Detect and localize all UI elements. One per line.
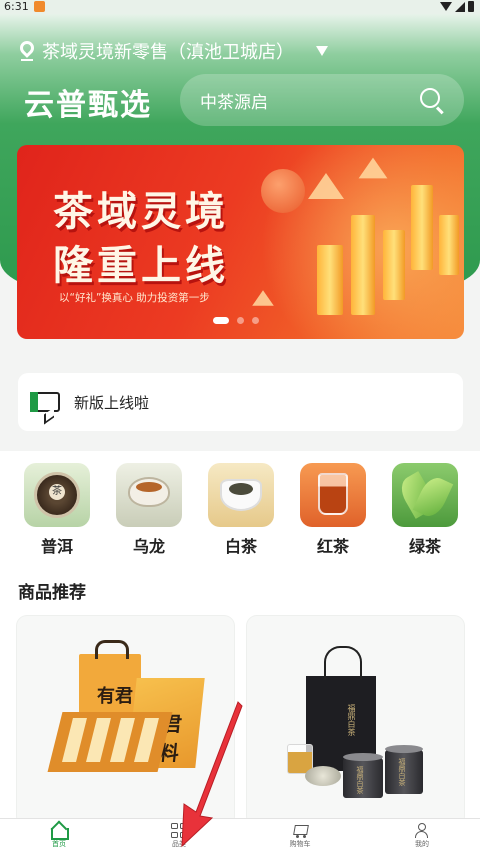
banner-subtitle: 以“好礼”换真心 助力投资第一步 <box>59 292 210 304</box>
coin-decoration <box>261 169 305 213</box>
grid-icon <box>171 823 187 838</box>
location-pin-icon <box>17 38 37 61</box>
status-time: 6:31 <box>4 0 29 13</box>
tab-label: 首页 <box>52 840 66 848</box>
message-icon <box>30 392 60 412</box>
section-title-recommend: 商品推荐 <box>18 583 86 603</box>
category-label: 绿茶 <box>408 537 441 556</box>
carousel-indicator <box>213 317 259 324</box>
carousel-dot-active <box>213 317 229 324</box>
tab-label: 我的 <box>415 840 429 848</box>
category-label: 红茶 <box>316 537 349 556</box>
category-green-tea[interactable]: 绿茶 <box>392 463 458 557</box>
promo-banner[interactable]: 茶域灵境 隆重上线 以“好礼”换真心 助力投资第一步 <box>17 145 464 339</box>
notification-icon <box>34 1 45 12</box>
search-icon[interactable] <box>420 88 440 108</box>
product-image-gift-tray <box>47 712 173 772</box>
category-label: 白茶 <box>224 537 257 556</box>
wifi-icon <box>440 2 452 11</box>
pu-erh-cake-icon: 茶 <box>24 463 90 527</box>
status-bar: 6:31 <box>0 0 480 14</box>
category-black-tea[interactable]: 红茶 <box>300 463 366 557</box>
cart-icon <box>291 823 309 838</box>
tab-category[interactable]: 品类 <box>149 823 209 849</box>
tab-label: 品类 <box>172 840 186 848</box>
tab-home[interactable]: 首页 <box>29 823 89 849</box>
category-label: 乌龙 <box>132 537 165 556</box>
product-image-tea-can: 福鼎白茶 <box>385 745 423 794</box>
carousel-dot <box>237 317 244 324</box>
store-name: 茶域灵境新零售（滇池卫城店） <box>42 42 294 63</box>
system-icons <box>440 1 474 12</box>
tab-profile[interactable]: 我的 <box>392 823 452 849</box>
product-image-tea-can: 福鼎白茶 <box>343 753 383 798</box>
category-puer[interactable]: 茶 普洱 <box>24 463 90 557</box>
black-tea-glass-icon <box>300 463 366 527</box>
user-icon <box>414 823 430 838</box>
banner-title-1: 茶域灵境 <box>53 188 229 235</box>
signal-icon <box>455 1 465 12</box>
category-white-tea[interactable]: 白茶 <box>208 463 274 557</box>
search-text: 中茶源启 <box>200 92 268 113</box>
announcement-text: 新版上线啦 <box>74 393 150 412</box>
white-tea-bowl-icon <box>208 463 274 527</box>
search-bar[interactable]: 中茶源启 <box>180 74 464 126</box>
banner-title-2: 隆重上线 <box>53 242 229 289</box>
brand-logo: 云普甄选 <box>24 88 152 123</box>
dropdown-caret-icon <box>316 46 328 56</box>
home-icon <box>51 823 69 840</box>
store-selector[interactable]: 茶域灵境新零售（滇池卫城店） <box>17 38 328 64</box>
announcement-bar[interactable]: 新版上线啦 <box>18 373 463 431</box>
category-oolong[interactable]: 乌龙 <box>116 463 182 557</box>
green-tea-leaf-icon <box>392 463 458 527</box>
oolong-cup-icon <box>116 463 182 527</box>
bottom-tab-bar: 首页 品类 购物车 我的 <box>0 818 480 855</box>
product-card[interactable]: 福鼎白茶 福鼎白茶 福鼎白茶 <box>247 616 464 826</box>
category-label: 普洱 <box>40 537 73 556</box>
battery-icon <box>468 1 474 12</box>
tab-label: 购物车 <box>289 840 311 848</box>
carousel-dot <box>252 317 259 324</box>
tab-cart[interactable]: 购物车 <box>270 823 330 849</box>
product-card[interactable]: 有君有料 有君有料 <box>17 616 234 826</box>
product-image-tea-leaves <box>305 766 341 786</box>
